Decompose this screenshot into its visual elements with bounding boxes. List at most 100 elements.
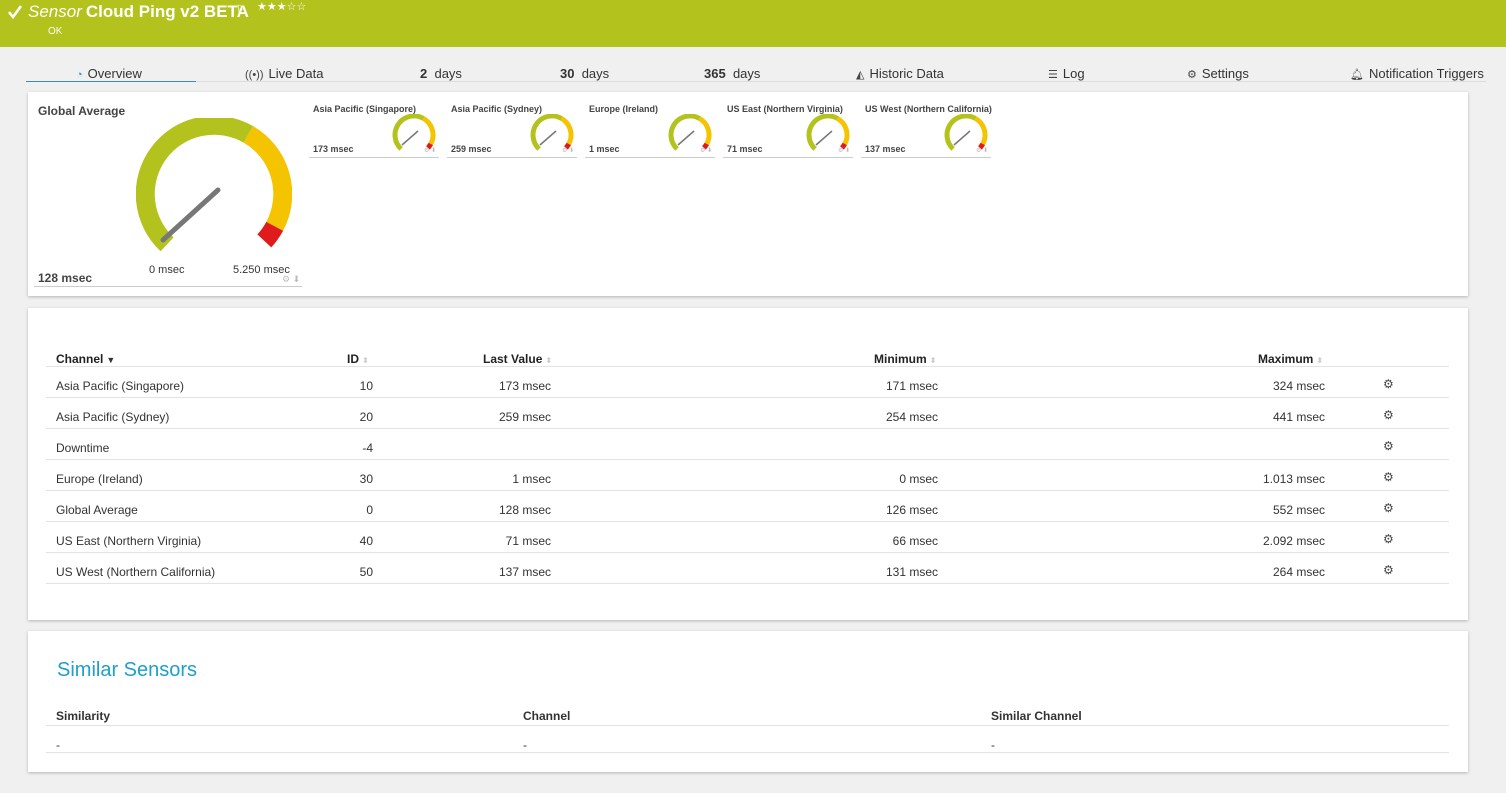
tab-settings[interactable]: ⚙ Settings: [1187, 66, 1249, 81]
channel-settings-icon[interactable]: ⚙: [1383, 563, 1394, 577]
channel-settings-icon[interactable]: ⚙: [1383, 532, 1394, 546]
divider: [46, 583, 1449, 584]
live-icon: ((•)): [245, 69, 264, 81]
cell-last-value: 137 msec: [498, 565, 551, 579]
similar-sensors-title: Similar Sensors: [57, 659, 198, 681]
cell-channel[interactable]: Global Average: [56, 503, 138, 517]
sensor-header: Sensor Cloud Ping v2 BETA ⚐ ★★★☆☆ OK: [0, 0, 1506, 47]
channels-panel: Channel ▼ ID ⬍ Last Value ⬍ Minimum ⬍ Maximu…: [28, 308, 1468, 620]
table-row[interactable]: Downtime -4 ⚙: [46, 428, 1449, 459]
divider: [723, 157, 853, 158]
table-row[interactable]: Europe (Ireland) 30 1 msec 0 msec 1.013 …: [46, 459, 1449, 490]
col-channel-label: Channel: [56, 352, 104, 366]
tab-log-label: Log: [1062, 66, 1085, 81]
channel-settings-icon[interactable]: ⚙: [1383, 408, 1394, 422]
mini-gauge-label: Europe (Ireland): [589, 104, 659, 114]
cell-channel[interactable]: Asia Pacific (Sydney): [56, 410, 169, 424]
sort-icon: ⬍: [362, 356, 369, 365]
cell-last-value: 71 msec: [505, 534, 551, 548]
main-gauge: [136, 118, 292, 252]
tab-365-days-number: 365: [704, 66, 726, 81]
flag-icon[interactable]: ⚐: [236, 4, 245, 15]
sort-icon: ⬍: [545, 356, 553, 365]
gauges-panel: Global Average 0 msec 5.250 msec 128 mse…: [28, 92, 1468, 296]
status-text: OK: [48, 26, 63, 37]
mini-gauge-value: 71 msec: [727, 144, 763, 154]
gear-icon: ⚙: [1187, 69, 1197, 81]
main-gauge-value: 128 msec: [38, 271, 93, 285]
tab-notification-triggers[interactable]: 🔔︎ Notification Triggers: [1350, 66, 1484, 81]
cell-last-value: 1 msec: [512, 472, 551, 486]
tab-365-days[interactable]: 365 days: [704, 66, 760, 81]
gauge-settings-icon[interactable]: ⚙ ⬇: [838, 147, 850, 154]
tab-live-data[interactable]: ((•)) Live Data: [245, 66, 323, 81]
sort-icon: ⬍: [929, 356, 937, 365]
tab-log[interactable]: ☰ Log: [1048, 66, 1085, 81]
mini-gauge: Europe (Ireland) 1 msec ⚙ ⬇: [585, 102, 715, 158]
table-row[interactable]: Asia Pacific (Sydney) 20 259 msec 254 ms…: [46, 397, 1449, 428]
mini-gauge: Asia Pacific (Sydney) 259 msec ⚙ ⬇: [447, 102, 577, 158]
cell-id: -4: [362, 441, 373, 455]
main-gauge-min: 0 msec: [149, 264, 185, 276]
gauge-settings-icon[interactable]: ⚙ ⬇: [424, 147, 436, 154]
cell-minimum: 131 msec: [885, 565, 938, 579]
table-row[interactable]: US West (Northern California) 50 137 mse…: [46, 552, 1449, 583]
cell-similarity: -: [56, 738, 60, 752]
cell-channel[interactable]: Downtime: [56, 441, 109, 455]
channel-settings-icon[interactable]: ⚙: [1383, 439, 1394, 453]
cell-id: 40: [359, 534, 373, 548]
col-last-value-header[interactable]: Last Value ⬍: [483, 352, 552, 366]
tab-overview[interactable]: ◔ Overview: [76, 66, 142, 81]
gauge-settings-icon[interactable]: ⚙ ⬇: [976, 147, 988, 154]
gauge-settings-icon[interactable]: ⚙ ⬇: [700, 147, 712, 154]
tab-2-days[interactable]: 2 days: [420, 66, 462, 81]
cell-minimum: 254 msec: [885, 410, 938, 424]
table-row[interactable]: US East (Northern Virginia) 40 71 msec 6…: [46, 521, 1449, 552]
table-row[interactable]: Asia Pacific (Singapore) 10 173 msec 171…: [46, 366, 1449, 397]
channel-settings-icon[interactable]: ⚙: [1383, 501, 1394, 515]
gauge-settings-icon[interactable]: ⚙ ⬇: [562, 147, 574, 154]
mini-gauge-label: US East (Northern Virginia): [727, 104, 843, 114]
priority-stars[interactable]: ★★★☆☆: [257, 0, 306, 13]
col-max-label: Maximum: [1258, 352, 1314, 366]
tab-30-days-number: 30: [560, 66, 575, 81]
col-channel-header: Channel: [523, 709, 571, 723]
cell-maximum: 264 msec: [1272, 565, 1325, 579]
mini-gauge-value: 259 msec: [451, 144, 492, 154]
cell-channel[interactable]: US West (Northern California): [56, 565, 215, 579]
col-id-label: ID: [347, 352, 359, 366]
tab-overview-label: Overview: [87, 66, 142, 81]
col-minimum-header[interactable]: Minimum ⬍: [874, 352, 936, 366]
cell-maximum: 1.013 msec: [1262, 472, 1325, 486]
gauge-icon: ◔: [76, 69, 83, 81]
channel-settings-icon[interactable]: ⚙: [1383, 377, 1394, 391]
cell-maximum: 324 msec: [1272, 379, 1325, 393]
cell-channel[interactable]: US East (Northern Virginia): [56, 534, 201, 548]
col-maximum-header[interactable]: Maximum ⬍: [1258, 352, 1323, 366]
table-row[interactable]: Global Average 0 128 msec 126 msec 552 m…: [46, 490, 1449, 521]
tab-30-days[interactable]: 30 days: [560, 66, 609, 81]
check-icon: [7, 5, 23, 20]
main-gauge-label: Global Average: [38, 104, 126, 118]
col-id-header[interactable]: ID ⬍: [347, 352, 369, 366]
divider: [34, 286, 302, 287]
col-channel-header[interactable]: Channel ▼: [56, 352, 115, 366]
tab-bar: ◔ Overview ((•)) Live Data 2 days 30 days …: [26, 60, 1486, 82]
area-chart-icon: ◭: [856, 69, 865, 81]
divider: [585, 157, 715, 158]
col-similar-channel-header: Similar Channel: [991, 709, 1082, 723]
tab-2-days-unit: days: [434, 66, 462, 81]
tab-triggers-label: Notification Triggers: [1368, 66, 1484, 81]
cell-channel[interactable]: Europe (Ireland): [56, 472, 143, 486]
bell-icon: 🔔︎: [1350, 69, 1364, 81]
cell-channel[interactable]: Asia Pacific (Singapore): [56, 379, 184, 393]
tab-settings-label: Settings: [1201, 66, 1249, 81]
cell-maximum: 441 msec: [1272, 410, 1325, 424]
sensor-kind: Sensor: [28, 2, 82, 21]
mini-gauge-value: 1 msec: [589, 144, 620, 154]
tab-historic-data[interactable]: ◭ Historic Data: [856, 66, 944, 81]
cell-minimum: 171 msec: [885, 379, 938, 393]
channel-settings-icon[interactable]: ⚙: [1383, 470, 1394, 484]
tab-active-indicator: [26, 81, 196, 82]
gauge-settings-icon[interactable]: ⚙ ⬇: [282, 274, 300, 285]
